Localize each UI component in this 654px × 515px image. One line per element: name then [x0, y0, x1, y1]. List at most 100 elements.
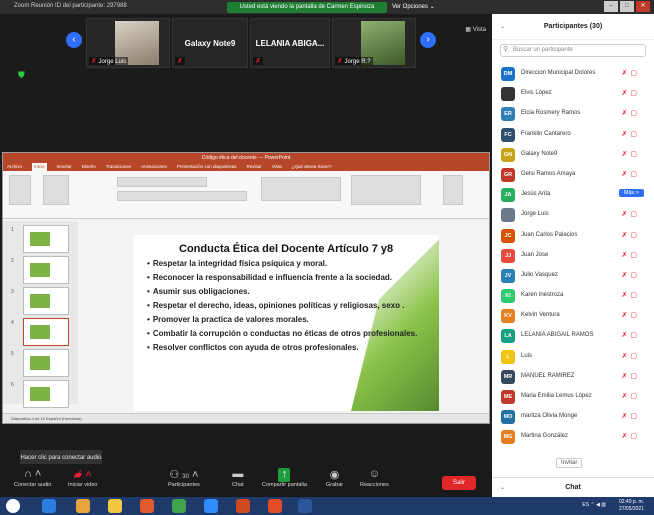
slide-bullet: Respetar el derecho, ideas, opiniones po… [147, 301, 429, 311]
mic-video-off-icon: ✗▢ [621, 70, 640, 77]
participant-row[interactable]: JJ Juan Jose ✗▢ [492, 246, 654, 266]
participant-row[interactable]: JV Julio Vasquez ✗▢ [492, 266, 654, 286]
video-off-icon: ▰̸ ˄ [73, 469, 92, 481]
avatar: FC [501, 127, 515, 142]
participant-name: Gelsi Ramos Amaya [521, 170, 576, 177]
slide-number: 4 [11, 320, 14, 326]
participant-row[interactable]: DM Direccion Municipal Dolores ✗▢ [492, 64, 654, 84]
start-icon[interactable] [6, 499, 20, 513]
slide-number: 6 [11, 382, 14, 388]
firefox-icon[interactable] [76, 499, 90, 513]
minimize-icon[interactable]: – [604, 1, 618, 12]
participant-row[interactable]: MO maritza Olivia Monge ✗▢ [492, 407, 654, 427]
clock[interactable]: 02:40 p. m. 27/05/2021 [619, 499, 644, 513]
shared-screen-area: ‹ ✗ Jorge Luis Galaxy Note9 ✗ LELANIA AB… [0, 14, 492, 478]
app-icon[interactable] [268, 499, 282, 513]
invite-button[interactable]: Invitar [556, 458, 583, 468]
powerpoint-icon[interactable] [236, 499, 250, 513]
participant-row[interactable]: LA LELANIA ABIGAIL RAMOS ✗▢ [492, 326, 654, 346]
ppt-tab: Presentación con diapositivas [176, 164, 237, 169]
mic-video-off-icon: ✗▢ [621, 110, 640, 118]
participant-name: Juan Carlos Palacios [521, 231, 578, 238]
participant-name: Kelvin Ventura [521, 312, 560, 319]
reactions-button[interactable]: ☺ Reacciones [360, 468, 389, 488]
participant-name: Juan Jose [521, 251, 549, 258]
share-screen-button[interactable]: ↑ Compartir pantalla [262, 468, 307, 488]
participant-search-input[interactable]: Buscar un participante [500, 44, 646, 57]
video-thumb[interactable]: ✗ Jorge R.? [332, 18, 416, 68]
edge-icon[interactable] [42, 499, 56, 513]
more-button[interactable]: Más > [618, 189, 644, 198]
participant-name: Elvis López [521, 90, 552, 97]
chat-button[interactable]: ▬ Chat [232, 468, 244, 488]
participant-row[interactable]: MR MANUEL RAMIREZ ✗▢ [492, 367, 654, 387]
slide-number: 2 [11, 258, 14, 264]
connect-audio-button[interactable]: ∩ ˄ Conectar audio [14, 468, 51, 488]
share-screen-icon: ↑ [278, 468, 291, 482]
participant-row[interactable]: Jorge Luis ✗▢ [492, 205, 654, 225]
start-video-button[interactable]: ▰̸ ˄ Iniciar video [68, 468, 97, 488]
chat-section-header[interactable]: ⌄ Chat [492, 477, 654, 497]
participant-name: Karen Inestroza [521, 292, 564, 299]
mic-video-off-icon: ✗▢ [621, 231, 640, 239]
participant-row[interactable]: FC Franklin Cantarero ✗▢ [492, 125, 654, 145]
video-thumb[interactable]: Galaxy Note9 ✗ [172, 18, 248, 68]
video-thumb[interactable]: LELANIA ABIGA... ✗ [250, 18, 330, 68]
participants-icon: ⚇ 30 ˄ [169, 469, 199, 481]
slide-number: 1 [11, 227, 14, 233]
participant-row[interactable]: KV Kelvin Ventura ✗▢ [492, 306, 654, 326]
participant-row[interactable]: L Luis ✗▢ [492, 347, 654, 367]
participant-row[interactable]: JC Juan Carlos Palacios ✗▢ [492, 226, 654, 246]
avatar: JC [501, 228, 515, 243]
editing-tools [443, 175, 463, 205]
zoom-icon[interactable] [204, 499, 218, 513]
ppt-tab: Transiciones [105, 164, 132, 169]
mic-off-icon: ✗ [253, 57, 263, 65]
participant-row[interactable]: GN Galaxy Note9 ✗▢ [492, 145, 654, 165]
leave-meeting-button[interactable]: Salir [442, 476, 476, 490]
reactions-icon: ☺ [368, 468, 380, 480]
system-tray[interactable]: ES ⌃ ◀ ▥ [582, 502, 606, 508]
font-selector [117, 177, 207, 187]
ppt-tab: Vista [271, 164, 282, 169]
media-player-icon[interactable] [140, 499, 154, 513]
prev-page-icon[interactable]: ‹ [66, 32, 82, 48]
maximize-icon[interactable]: □ [620, 1, 634, 12]
current-slide: Conducta Ética del Docente Artículo 7 y8… [133, 235, 439, 411]
folder-icon[interactable] [108, 499, 122, 513]
close-icon[interactable]: ✕ [636, 1, 650, 12]
slide-thumbnail [23, 318, 69, 346]
ppt-ribbon [3, 171, 489, 219]
thumb-name: LELANIA ABIGA... [255, 39, 325, 48]
participant-row[interactable]: ER Elcia Rosmery Ramos ✗▢ [492, 104, 654, 124]
participant-name: Elcia Rosmery Ramos [521, 110, 581, 117]
participant-row[interactable]: KI Karen Inestroza ✗▢ [492, 286, 654, 306]
word-icon[interactable] [298, 499, 312, 513]
participant-name: Jesús Arita [521, 191, 551, 198]
record-icon: ◉ [329, 469, 340, 481]
participant-row[interactable]: ME Maria Emilia Lemus Lopez ✗▢ [492, 387, 654, 407]
record-button[interactable]: ◉ Grabar [326, 468, 343, 488]
slide-bullet-list: Respetar la integridad física psíquica y… [147, 259, 429, 357]
chrome-icon[interactable] [172, 499, 186, 513]
participants-button[interactable]: ⚇ 30 ˄ Participantes [168, 468, 200, 488]
slide-number: 3 [11, 289, 14, 295]
participant-row[interactable]: MG Martina González ✗▢ [492, 427, 654, 447]
participant-name: Galaxy Note9 [521, 150, 558, 157]
next-page-icon[interactable]: › [420, 32, 436, 48]
mic-off-icon: ✗ [337, 58, 343, 65]
ppt-tab: Animaciones [141, 164, 167, 169]
avatar: JJ [501, 248, 515, 263]
meeting-toolbar: ∩ ˄ Conectar audio ▰̸ ˄ Iniciar video ⚇ 30… [0, 464, 492, 497]
participant-name: Luis [521, 352, 533, 359]
participant-row[interactable]: JA Jesús Arita Más > [492, 185, 654, 205]
view-options-button[interactable]: Ver Opciones ⌄ [392, 3, 435, 10]
participant-row[interactable]: GR Gelsi Ramos Amaya ✗▢ [492, 165, 654, 185]
participant-row[interactable]: Elvis López ✗▢ [492, 84, 654, 104]
slide-number: 5 [11, 351, 14, 357]
video-thumb[interactable]: ✗ Jorge Luis [86, 18, 170, 68]
view-toggle[interactable]: ▦ Vista [465, 26, 486, 33]
avatar [501, 87, 515, 102]
ppt-tab: Revisar [246, 164, 262, 169]
avatar: MR [501, 369, 515, 384]
